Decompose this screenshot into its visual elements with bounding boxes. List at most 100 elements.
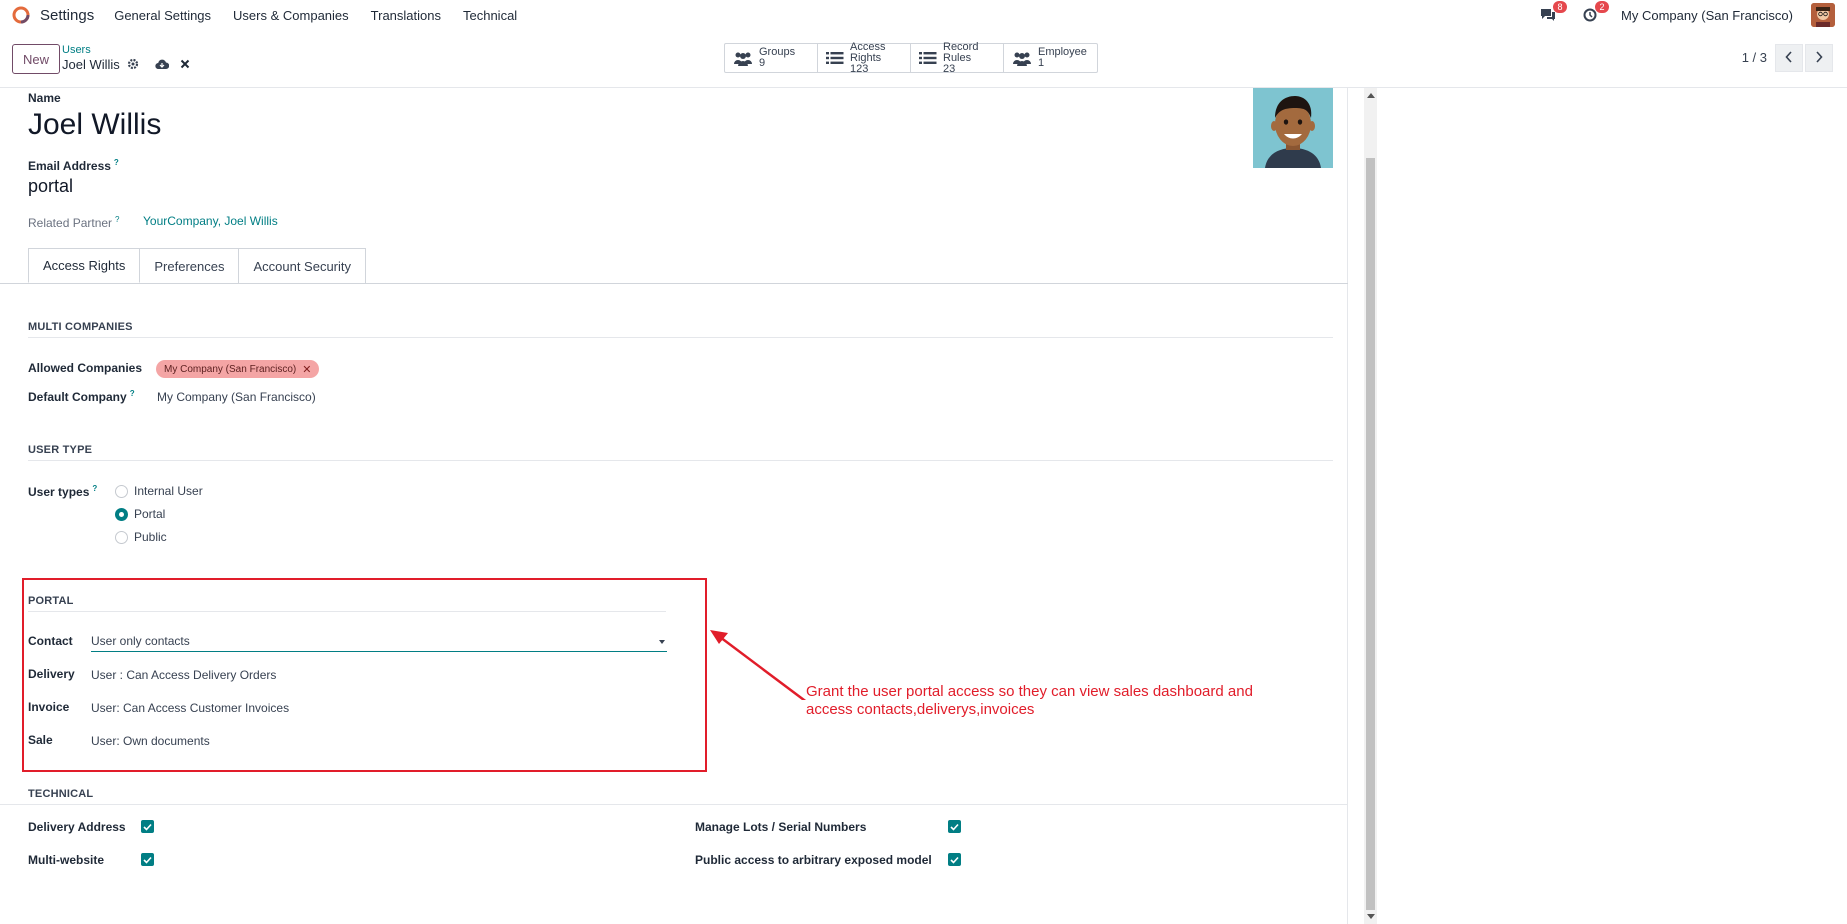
pager-value[interactable]: 1 / 3 xyxy=(1742,50,1767,65)
smart-button-groups[interactable]: Groups 9 xyxy=(725,44,818,72)
tab-access-rights[interactable]: Access Rights xyxy=(28,248,141,283)
activities-icon[interactable]: 2 xyxy=(1579,1,1610,26)
default-company-field[interactable]: My Company (San Francisco) xyxy=(157,390,316,404)
messages-badge: 8 xyxy=(1553,1,1568,13)
help-icon[interactable]: ? xyxy=(115,215,119,224)
gear-icon[interactable] xyxy=(126,57,140,71)
app-name[interactable]: Settings xyxy=(40,7,94,24)
help-icon[interactable]: ? xyxy=(92,484,97,493)
users-icon xyxy=(733,50,753,66)
check-icon xyxy=(143,852,152,867)
tab-account-security[interactable]: Account Security xyxy=(238,248,367,283)
sale-label: Sale xyxy=(28,733,53,747)
user-photo[interactable] xyxy=(1253,88,1333,168)
scroll-down-icon[interactable] xyxy=(1367,914,1375,919)
help-icon[interactable]: ? xyxy=(130,389,135,398)
contact-select-value: User only contacts xyxy=(91,634,190,648)
multi-website-checkbox[interactable] xyxy=(141,853,154,866)
related-partner-label: Related Partner? xyxy=(28,215,120,230)
new-button[interactable]: New xyxy=(12,44,61,74)
smart-button-employee[interactable]: Employee 1 xyxy=(1004,44,1097,72)
section-technical: TECHNICAL xyxy=(28,788,94,800)
section-divider xyxy=(0,804,1348,805)
smart-button-record-rules[interactable]: Record Rules 23 xyxy=(911,40,1004,75)
list-icon xyxy=(826,50,844,66)
manage-lots-label: Manage Lots / Serial Numbers xyxy=(695,820,867,834)
chevron-right-icon xyxy=(1815,50,1823,66)
smart-value: 1 xyxy=(1038,57,1045,69)
pager-previous-button[interactable] xyxy=(1775,44,1803,72)
smart-label: Record Rules xyxy=(943,40,979,64)
radio-button[interactable] xyxy=(115,530,128,544)
cloud-save-icon[interactable] xyxy=(155,57,169,71)
annotation-arrow xyxy=(710,630,807,700)
activities-badge: 2 xyxy=(1595,1,1610,13)
breadcrumb-record-name: Joel Willis xyxy=(62,57,120,72)
menu-technical[interactable]: Technical xyxy=(463,8,517,23)
invoice-field[interactable]: User: Can Access Customer Invoices xyxy=(91,701,289,715)
default-company-label: Default Company? xyxy=(28,389,135,404)
radio-button-selected[interactable] xyxy=(115,507,128,521)
email-label: Email Address? xyxy=(28,158,119,173)
breadcrumb-users[interactable]: Users xyxy=(62,44,91,56)
user-avatar[interactable] xyxy=(1811,3,1835,27)
scrollbar-thumb[interactable] xyxy=(1366,158,1375,910)
control-panel: New Users Joel Willis Groups 9 Access Rig… xyxy=(0,30,1847,88)
radio-portal[interactable]: Portal xyxy=(115,507,165,521)
sale-field[interactable]: User: Own documents xyxy=(91,734,210,748)
radio-label: Internal User xyxy=(134,484,203,498)
menu-general-settings[interactable]: General Settings xyxy=(114,8,211,23)
allowed-company-tag[interactable]: My Company (San Francisco) ✕ xyxy=(156,360,320,378)
related-partner-link[interactable]: YourCompany, Joel Willis xyxy=(143,214,278,228)
notebook-tabs: Access Rights Preferences Account Securi… xyxy=(28,248,367,283)
delivery-label: Delivery xyxy=(28,667,75,681)
section-divider xyxy=(28,337,1333,338)
smart-value: 123 xyxy=(850,62,869,75)
name-field[interactable]: Joel Willis xyxy=(28,108,161,142)
section-multi-companies: MULTI COMPANIES xyxy=(28,321,133,333)
smart-button-access-rights[interactable]: Access Rights 123 xyxy=(818,40,911,75)
radio-button[interactable] xyxy=(115,484,128,498)
smart-value: 23 xyxy=(943,62,956,75)
check-icon xyxy=(950,819,959,834)
discard-icon[interactable] xyxy=(178,57,192,71)
contact-label: Contact xyxy=(28,634,73,648)
odoo-logo-icon[interactable] xyxy=(12,6,30,24)
smart-label: Employee xyxy=(1038,46,1087,58)
menu-translations[interactable]: Translations xyxy=(371,8,441,23)
public-access-label: Public access to arbitrary exposed model xyxy=(695,853,932,867)
check-icon xyxy=(950,852,959,867)
public-access-checkbox[interactable] xyxy=(948,853,961,866)
messages-icon[interactable]: 8 xyxy=(1537,1,1568,26)
delivery-address-label: Delivery Address xyxy=(28,820,126,834)
help-icon[interactable]: ? xyxy=(114,158,119,167)
contact-select[interactable]: User only contacts xyxy=(91,632,667,652)
check-icon xyxy=(143,819,152,834)
top-navbar: Settings General Settings Users & Compan… xyxy=(0,0,1847,30)
multi-website-label: Multi-website xyxy=(28,853,105,867)
list-icon xyxy=(919,50,937,66)
delivery-field[interactable]: User : Can Access Delivery Orders xyxy=(91,668,276,682)
manage-lots-checkbox[interactable] xyxy=(948,820,961,833)
scroll-up-icon[interactable] xyxy=(1367,93,1375,98)
annotation-line: access contacts,deliverys,invoices xyxy=(806,701,1035,718)
form-scrollbar[interactable] xyxy=(1364,88,1377,924)
remove-tag-icon[interactable]: ✕ xyxy=(302,363,311,376)
section-divider xyxy=(28,611,666,612)
smart-value: 9 xyxy=(759,57,766,69)
smart-buttons: Groups 9 Access Rights 123 Record Rules 23 … xyxy=(724,40,1098,75)
pager-next-button[interactable] xyxy=(1805,44,1833,72)
tab-preferences[interactable]: Preferences xyxy=(139,248,240,283)
email-field[interactable]: portal xyxy=(28,176,73,197)
menu-users-companies[interactable]: Users & Companies xyxy=(233,8,349,23)
company-switcher[interactable]: My Company (San Francisco) xyxy=(1621,8,1793,23)
annotation-text: Grant the user portal access so they can… xyxy=(806,683,1253,719)
chevron-left-icon xyxy=(1785,50,1793,66)
delivery-address-checkbox[interactable] xyxy=(141,820,154,833)
section-portal: PORTAL xyxy=(28,595,74,607)
radio-internal-user[interactable]: Internal User xyxy=(115,484,203,498)
radio-public[interactable]: Public xyxy=(115,530,167,544)
smart-label: Access Rights xyxy=(850,40,886,64)
name-label: Name xyxy=(28,91,61,105)
section-user-type: USER TYPE xyxy=(28,444,93,456)
